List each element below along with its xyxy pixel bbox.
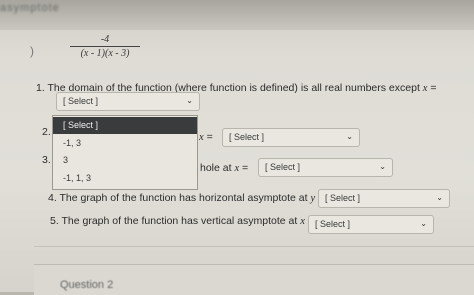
question-5-number: 5. — [50, 215, 59, 227]
question-1-select[interactable]: [ Select ] ⌄ — [56, 92, 200, 111]
question-5-var: x — [300, 216, 305, 227]
quiz-page: asymptote ) -4 (x - 1)(x - 3) 1. The dom… — [0, 0, 474, 295]
question-1-var: x — [422, 83, 428, 94]
next-question-label: Question 2 — [60, 279, 114, 291]
chevron-down-icon: ⌄ — [436, 193, 443, 202]
question-4: 4. The graph of the function has horizon… — [48, 192, 324, 204]
dropdown-option-1[interactable]: -1, 3 — [53, 138, 197, 148]
question-1-eq: = — [430, 82, 437, 94]
numerator: -4 — [100, 34, 110, 45]
next-question-card: Question 2 — [34, 264, 474, 295]
question-2-select[interactable]: [ Select ] ⌄ — [222, 128, 360, 147]
dropdown-option-select[interactable]: [ Select ] — [53, 117, 197, 134]
question-3-select-value: [ Select ] — [265, 162, 301, 172]
question-4-select[interactable]: [ Select ] ⌄ — [318, 189, 450, 208]
header-text: asymptote — [0, 2, 60, 14]
question-4-number: 4. — [48, 192, 57, 204]
chevron-down-icon: ⌄ — [346, 132, 353, 141]
question-1-select-value: [ Select ] — [63, 96, 99, 106]
question-3-var: x — [234, 163, 240, 174]
chevron-down-icon: ⌄ — [379, 162, 386, 171]
question-3-text: hole at — [200, 162, 232, 174]
function-expression: -4 (x - 1)(x - 3) — [70, 34, 140, 59]
dropdown-option-2[interactable]: 3 — [53, 155, 197, 165]
question-5-select[interactable]: [ Select ] ⌄ — [308, 215, 434, 234]
question-4-select-value: [ Select ] — [325, 193, 361, 203]
question-5-text: The graph of the function has vertical a… — [61, 215, 298, 227]
chevron-down-icon: ⌄ — [420, 219, 427, 228]
question-4-var: y — [310, 193, 316, 204]
denominator: (x - 1)(x - 3) — [80, 48, 130, 59]
question-2-eq: = — [206, 131, 213, 143]
question-3-select[interactable]: [ Select ] ⌄ — [258, 158, 393, 177]
question-2-var: x — [199, 132, 204, 143]
fraction-bar — [70, 46, 140, 47]
header-strip: asymptote — [0, 0, 474, 30]
divider — [34, 246, 474, 247]
question-5: 5. The graph of the function has vertica… — [50, 215, 314, 227]
question-3-eq: = — [242, 162, 249, 174]
question-2-number: 2. — [42, 126, 51, 138]
question-2-select-value: [ Select ] — [229, 132, 265, 142]
dropdown-option-3[interactable]: -1, 1, 3 — [53, 173, 197, 183]
answer-dropdown-list: [ Select ] -1, 3 3 -1, 1, 3 — [52, 115, 198, 190]
question-1-number: 1. — [36, 82, 45, 94]
question-5-select-value: [ Select ] — [315, 219, 351, 229]
question-2-suffix: x = — [199, 131, 213, 143]
faint-bracket: ) — [30, 44, 34, 58]
question-3-number: 3. — [42, 154, 51, 166]
question-3-suffix: hole at x = — [200, 162, 248, 174]
chevron-down-icon: ⌄ — [186, 96, 193, 105]
question-4-text: The graph of the function has horizontal… — [59, 192, 308, 204]
